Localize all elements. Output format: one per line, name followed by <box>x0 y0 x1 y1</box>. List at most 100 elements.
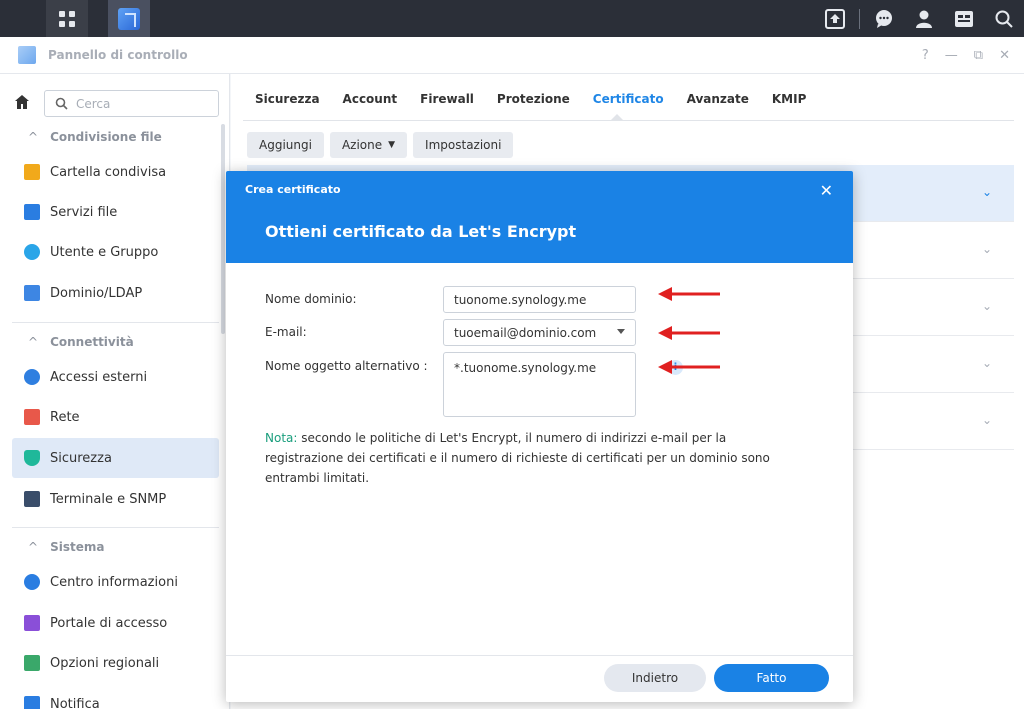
red-arrow-icon <box>658 326 720 340</box>
chevron-down-icon[interactable]: ⌄ <box>982 413 992 427</box>
settings-button[interactable]: Impostazioni <box>413 132 514 158</box>
sidebar-item-terminal-snmp[interactable]: Terminale e SNMP <box>12 479 219 519</box>
help-icon[interactable]: ? <box>922 48 929 63</box>
email-label: E-mail: <box>265 325 307 339</box>
minimize-icon[interactable]: — <box>945 48 958 63</box>
alt-name-label: Nome oggetto alternativo : <box>265 359 428 373</box>
section-label: Condivisione file <box>50 130 162 144</box>
action-label: Azione <box>341 138 383 152</box>
control-panel-icon <box>118 7 140 30</box>
email-dropdown[interactable]: tuoemail@dominio.com <box>443 319 636 346</box>
chevron-down-icon[interactable]: ⌄ <box>982 356 992 370</box>
done-button[interactable]: Fatto <box>714 664 829 692</box>
sidebar-item-label: Sicurezza <box>50 450 112 466</box>
sidebar-item-login-portal[interactable]: Portale di accesso <box>12 603 219 643</box>
sidebar-item-security[interactable]: Sicurezza <box>12 438 219 478</box>
close-icon[interactable]: ✕ <box>820 181 833 200</box>
sidebar-item-shared-folder[interactable]: Cartella condivisa <box>12 152 219 192</box>
sidebar-item-label: Utente e Gruppo <box>50 244 159 260</box>
dialog-footer-divider <box>226 655 853 656</box>
chevron-down-icon[interactable]: ⌄ <box>982 242 992 256</box>
create-certificate-dialog: Crea certificato ✕ Ottieni certificato d… <box>226 171 853 702</box>
sidebar-item-network[interactable]: Rete <box>12 397 219 437</box>
section-file-sharing[interactable]: ^ Condivisione file <box>28 130 162 144</box>
sidebar-divider <box>12 322 219 323</box>
tab-advanced[interactable]: Avanzate <box>687 92 749 116</box>
upload-button[interactable] <box>815 0 855 37</box>
sidebar-item-label: Notifica <box>50 696 100 709</box>
home-icon <box>15 95 29 109</box>
sidebar-item-notification[interactable]: Notifica <box>12 684 219 709</box>
sidebar-item-file-services[interactable]: Servizi file <box>12 192 219 232</box>
taskbar-tray <box>815 0 1024 37</box>
alt-name-textarea[interactable]: *.tuonome.synology.me <box>443 352 636 417</box>
portal-icon <box>24 615 40 631</box>
search-icon <box>995 10 1013 28</box>
sidebar-item-label: Centro informazioni <box>50 574 178 590</box>
policy-note: Nota: secondo le politiche di Let's Encr… <box>265 428 805 488</box>
close-icon[interactable]: ✕ <box>999 48 1010 63</box>
sidebar-item-label: Servizi file <box>50 204 118 220</box>
window-title: Pannello di controllo <box>48 48 188 62</box>
caret-down-icon <box>617 329 625 334</box>
file-services-icon <box>24 204 40 220</box>
tab-firewall[interactable]: Firewall <box>420 92 474 116</box>
shield-icon <box>24 450 40 466</box>
notification-icon <box>24 696 40 709</box>
chevron-up-icon: ^ <box>28 335 39 349</box>
section-connectivity[interactable]: ^ Connettività <box>28 335 134 349</box>
chevron-up-icon: ^ <box>28 540 39 554</box>
tab-certificate[interactable]: Certificato <box>593 92 664 116</box>
action-dropdown[interactable]: Azione ▼ <box>329 132 408 158</box>
chat-icon <box>876 9 892 28</box>
sidebar-item-info-center[interactable]: Centro informazioni <box>12 562 219 602</box>
terminal-icon <box>24 491 40 507</box>
chat-button[interactable] <box>864 0 904 37</box>
sidebar-item-regional-options[interactable]: Opzioni regionali <box>12 643 219 683</box>
sidebar-divider <box>12 527 219 528</box>
domain-field[interactable]: tuonome.synology.me <box>443 286 636 313</box>
back-button[interactable]: Indietro <box>604 664 706 692</box>
section-label: Sistema <box>50 540 105 554</box>
dialog-header: Crea certificato ✕ Ottieni certificato d… <box>226 171 853 263</box>
section-label: Connettività <box>50 335 134 349</box>
restore-icon[interactable]: ⧉ <box>974 48 983 63</box>
search-button[interactable] <box>984 0 1024 37</box>
chevron-down-icon[interactable]: ⌄ <box>982 299 992 313</box>
sidebar-item-label: Cartella condivisa <box>50 164 167 180</box>
info-icon <box>24 574 40 590</box>
widgets-button[interactable] <box>944 0 984 37</box>
widgets-icon <box>955 10 973 27</box>
window-titlebar: Pannello di controllo ? — ⧉ ✕ <box>0 37 1024 74</box>
tab-kmip[interactable]: KMIP <box>772 92 807 116</box>
domain-label: Nome dominio: <box>265 292 357 306</box>
sidebar-scrollbar[interactable] <box>221 124 225 334</box>
note-label: Nota: <box>265 431 298 445</box>
sidebar-item-label: Opzioni regionali <box>50 655 160 671</box>
domain-icon <box>24 285 40 301</box>
taskbar <box>0 0 1024 37</box>
toolbar: Aggiungi Azione ▼ Impostazioni <box>247 132 514 158</box>
control-panel-icon <box>18 46 36 64</box>
window-controls: ? — ⧉ ✕ <box>922 37 1010 74</box>
main-menu-button[interactable] <box>46 0 88 37</box>
search-input[interactable]: Cerca <box>44 90 219 117</box>
dialog-title: Ottieni certificato da Let's Encrypt <box>265 222 577 241</box>
tab-protection[interactable]: Protezione <box>497 92 570 116</box>
regional-icon <box>24 655 40 671</box>
user-button[interactable] <box>904 0 944 37</box>
add-button[interactable]: Aggiungi <box>247 132 324 158</box>
section-system[interactable]: ^ Sistema <box>28 540 104 554</box>
active-tab-indicator <box>611 114 623 120</box>
tab-account[interactable]: Account <box>343 92 398 116</box>
sidebar-item-domain-ldap[interactable]: Dominio/LDAP <box>12 273 219 313</box>
sidebar-item-label: Dominio/LDAP <box>50 285 143 301</box>
folder-icon <box>24 164 40 180</box>
home-button[interactable] <box>12 92 32 112</box>
domain-value: tuonome.synology.me <box>454 292 587 307</box>
control-panel-taskbar-button[interactable] <box>108 0 150 37</box>
chevron-down-icon[interactable]: ⌄ <box>982 185 992 199</box>
sidebar-item-user-group[interactable]: Utente e Gruppo <box>12 232 219 272</box>
tab-security[interactable]: Sicurezza <box>255 92 320 116</box>
sidebar-item-external-access[interactable]: Accessi esterni <box>12 357 219 397</box>
